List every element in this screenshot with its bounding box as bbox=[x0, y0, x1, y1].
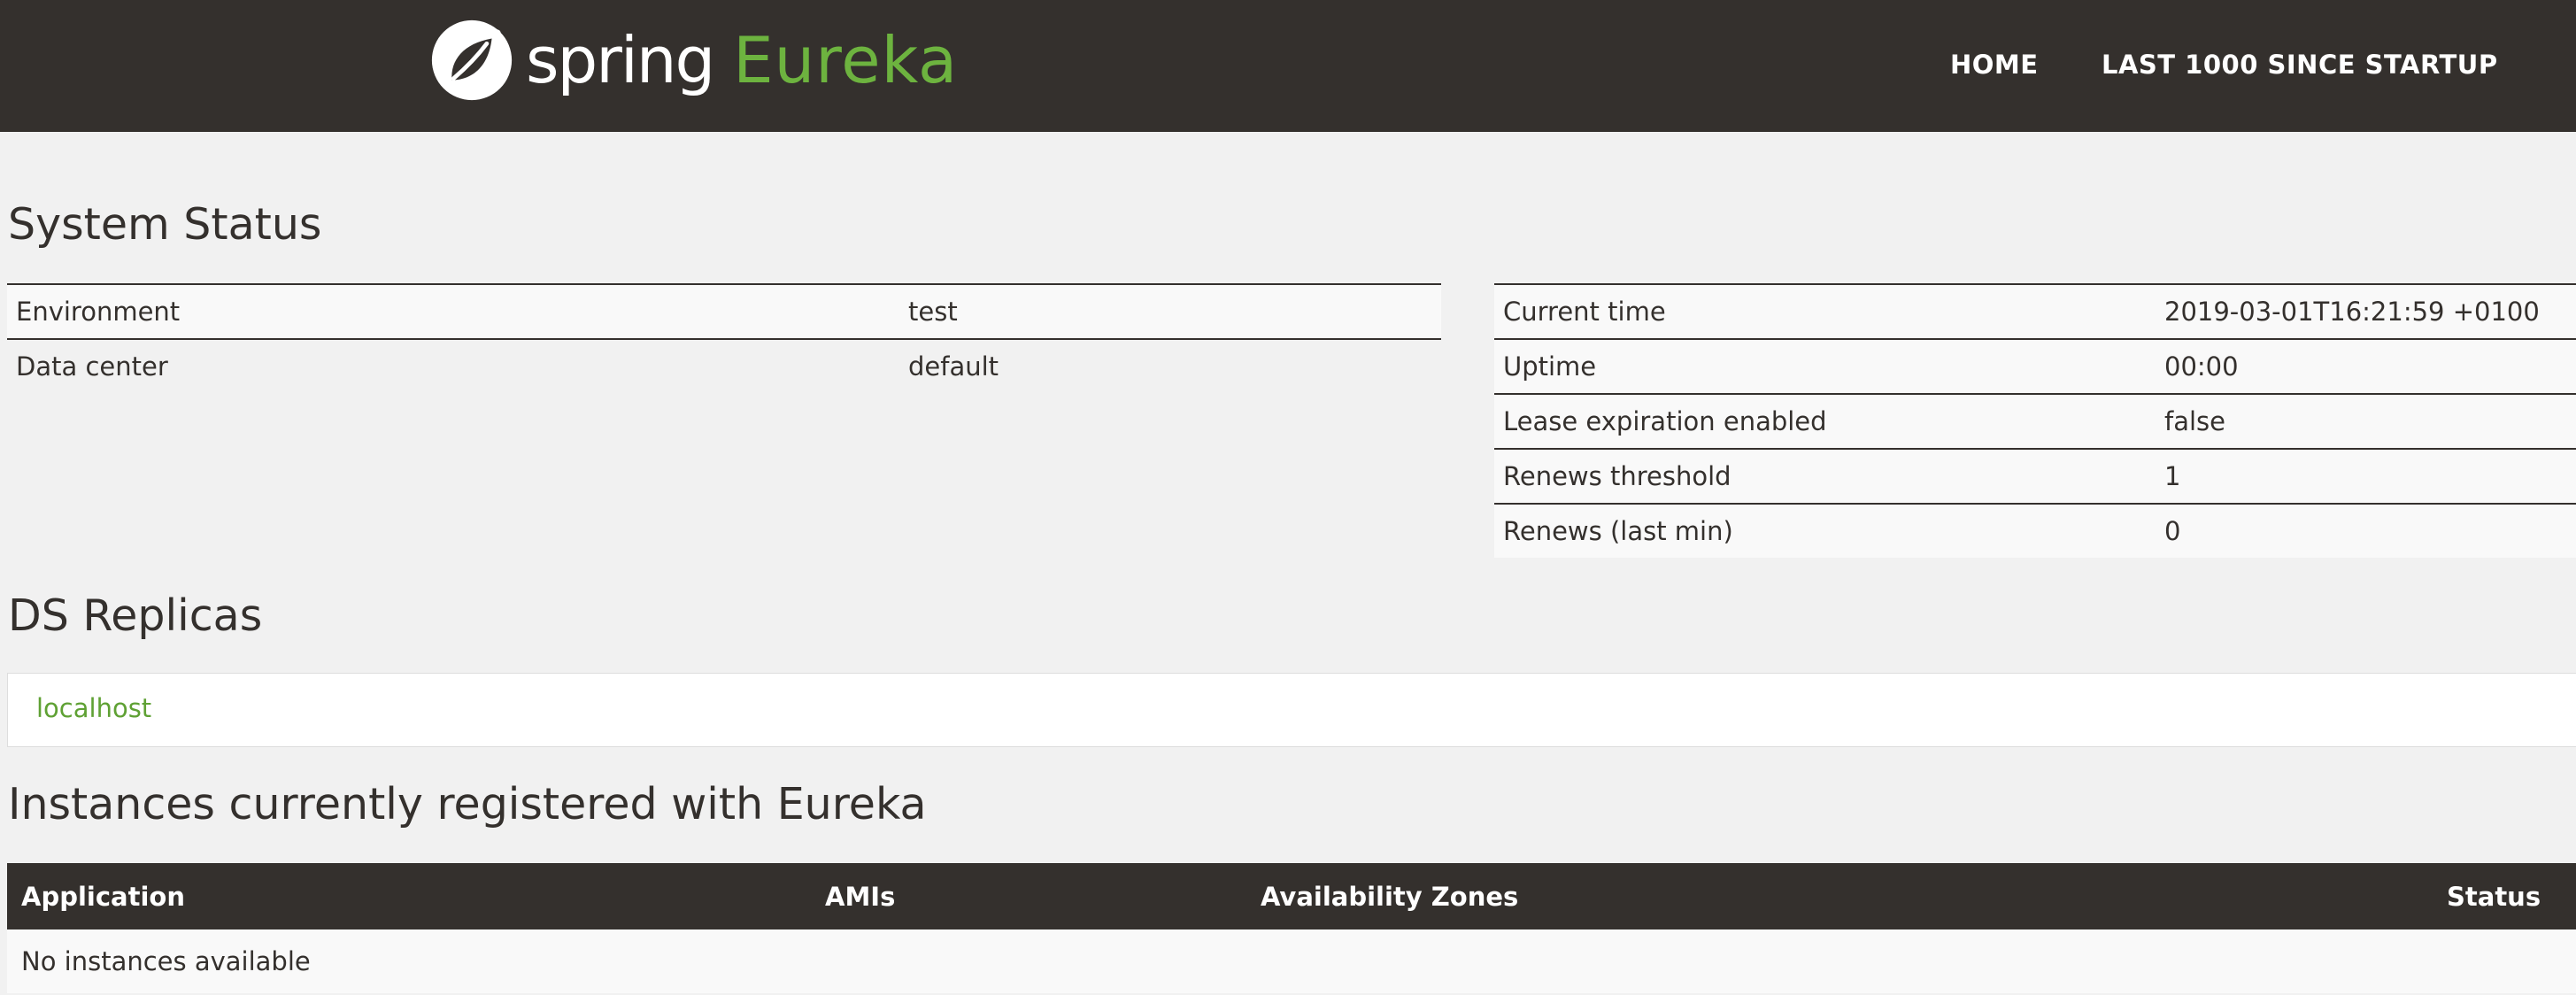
brand-spring-text: spring bbox=[526, 23, 715, 97]
spring-leaf-icon bbox=[431, 19, 513, 101]
table-row: Renews threshold 1 bbox=[1494, 448, 2576, 504]
system-status-right-table: Current time 2019-03-01T16:21:59 +0100 U… bbox=[1494, 283, 2576, 558]
status-value: 1 bbox=[2156, 448, 2576, 504]
status-key: Lease expiration enabled bbox=[1494, 393, 2156, 449]
status-key: Renews threshold bbox=[1494, 448, 2156, 504]
replica-link-localhost[interactable]: localhost bbox=[36, 693, 151, 723]
status-key: Environment bbox=[7, 283, 899, 339]
system-status-left-table: Environment test Data center default bbox=[7, 283, 1441, 393]
status-key: Uptime bbox=[1494, 338, 2156, 394]
table-header-row: Application AMIs Availability Zones Stat… bbox=[7, 863, 2576, 929]
column-header-status: Status bbox=[2433, 863, 2576, 929]
status-key: Renews (last min) bbox=[1494, 503, 2156, 558]
status-key: Data center bbox=[7, 338, 899, 393]
status-value: test bbox=[899, 283, 1441, 339]
brand-eureka-text: Eureka bbox=[733, 23, 959, 97]
status-value: 0 bbox=[2156, 503, 2576, 558]
instances-table: Application AMIs Availability Zones Stat… bbox=[7, 863, 2576, 993]
status-value: 2019-03-01T16:21:59 +0100 bbox=[2156, 283, 2576, 339]
table-row: Data center default bbox=[7, 338, 1441, 393]
status-value: false bbox=[2156, 393, 2576, 449]
table-row: Environment test bbox=[7, 283, 1441, 339]
table-row: Lease expiration enabled false bbox=[1494, 393, 2576, 449]
instances-heading: Instances currently registered with Eure… bbox=[8, 779, 927, 829]
status-value: 00:00 bbox=[2156, 338, 2576, 394]
ds-replicas-list: localhost bbox=[7, 673, 2576, 747]
column-header-application: Application bbox=[7, 863, 811, 929]
nav-last-1000-link[interactable]: LAST 1000 SINCE STARTUP bbox=[2102, 50, 2498, 80]
ds-replicas-heading: DS Replicas bbox=[8, 590, 263, 641]
status-value: default bbox=[899, 338, 1441, 393]
table-row: Current time 2019-03-01T16:21:59 +0100 bbox=[1494, 283, 2576, 339]
table-row: Renews (last min) 0 bbox=[1494, 503, 2576, 558]
brand-logo[interactable]: spring Eureka bbox=[430, 18, 958, 103]
system-status-heading: System Status bbox=[8, 199, 322, 250]
column-header-amis: AMIs bbox=[811, 863, 1246, 929]
navbar: spring Eureka HOME LAST 1000 SINCE START… bbox=[0, 0, 2576, 132]
nav-home-link[interactable]: HOME bbox=[1950, 50, 2039, 80]
table-row: Uptime 00:00 bbox=[1494, 338, 2576, 394]
table-row: No instances available bbox=[7, 929, 2576, 993]
column-header-availability-zones: Availability Zones bbox=[1246, 863, 2433, 929]
empty-state-text: No instances available bbox=[7, 929, 2576, 993]
status-key: Current time bbox=[1494, 283, 2156, 339]
